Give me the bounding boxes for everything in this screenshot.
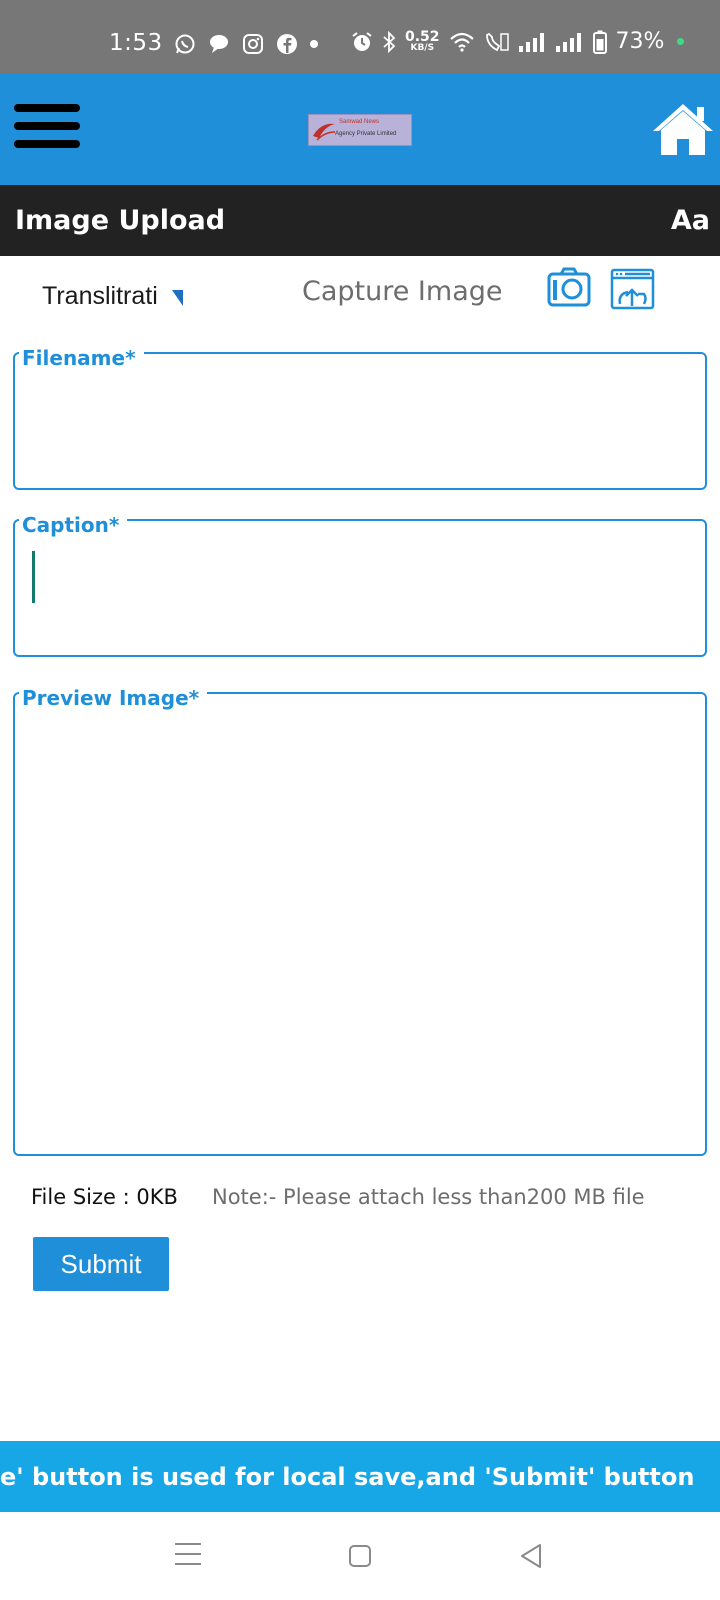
page-title: Image Upload — [15, 205, 226, 236]
whatsapp-icon — [175, 34, 195, 54]
file-size-note: Note:- Please attach less than200 MB fil… — [212, 1185, 645, 1209]
wifi-icon — [449, 32, 474, 52]
logo-swoosh-icon — [313, 123, 336, 141]
chat-bubble-icon — [210, 35, 228, 53]
battery-icon — [592, 30, 607, 54]
info-marquee: e' button is used for local save,and 'Su… — [0, 1441, 720, 1512]
recent-apps-icon[interactable] — [175, 1543, 201, 1567]
submit-button[interactable]: Submit — [33, 1237, 169, 1291]
battery-percent: 73% — [615, 29, 665, 54]
hamburger-menu-icon[interactable] — [14, 104, 80, 154]
camera-icon[interactable] — [547, 267, 591, 307]
app-logo: Samwad News Agency Private Limited — [308, 114, 412, 146]
upload-from-gallery-icon[interactable] — [610, 268, 655, 310]
alarm-icon — [352, 31, 372, 51]
marquee-text: e' button is used for local save,and 'Su… — [0, 1463, 695, 1491]
nav-back-icon[interactable] — [519, 1543, 543, 1569]
status-bar: 1:53 0.52 KB/S 73% — [0, 0, 720, 73]
transliteration-toggle[interactable]: Translitrati — [42, 282, 158, 311]
preview-image-area: Preview Image* — [13, 688, 707, 1156]
title-bar: Image Upload Aa — [0, 185, 720, 256]
filename-field[interactable]: Filename* — [13, 348, 707, 490]
logo-text-line2: Agency Private Limited — [335, 131, 397, 137]
file-size-text: File Size : 0KB — [31, 1185, 178, 1209]
caption-field[interactable]: Caption* — [13, 515, 707, 657]
facebook-icon — [277, 34, 297, 54]
preview-image-label: Preview Image* — [19, 688, 208, 708]
transliteration-indicator-icon — [172, 290, 183, 306]
capture-image-label: Capture Image — [302, 276, 503, 307]
home-icon[interactable] — [651, 101, 715, 157]
filename-input[interactable] — [27, 382, 687, 472]
filename-label: Filename* — [19, 348, 144, 368]
privacy-indicator-dot — [677, 38, 685, 45]
system-icons: 0.52 KB/S 73% — [351, 29, 685, 54]
caption-input[interactable] — [27, 549, 687, 639]
nav-home-icon[interactable] — [349, 1545, 371, 1567]
caption-label: Caption* — [19, 515, 128, 535]
notification-icons — [174, 33, 318, 55]
screen: 1:53 0.52 KB/S 73% Samwad News Agency Pr… — [0, 0, 720, 1600]
signal-icon — [555, 32, 581, 52]
network-speed: 0.52 KB/S — [405, 29, 440, 53]
volte-call-icon — [485, 32, 509, 51]
font-size-toggle[interactable]: Aa — [671, 205, 710, 236]
bluetooth-icon — [383, 30, 396, 53]
logo-text-line1: Samwad News — [339, 119, 380, 125]
signal-icon — [518, 32, 544, 52]
status-time: 1:53 — [109, 30, 163, 56]
instagram-icon — [243, 34, 263, 54]
more-notifications-dot — [310, 40, 318, 48]
